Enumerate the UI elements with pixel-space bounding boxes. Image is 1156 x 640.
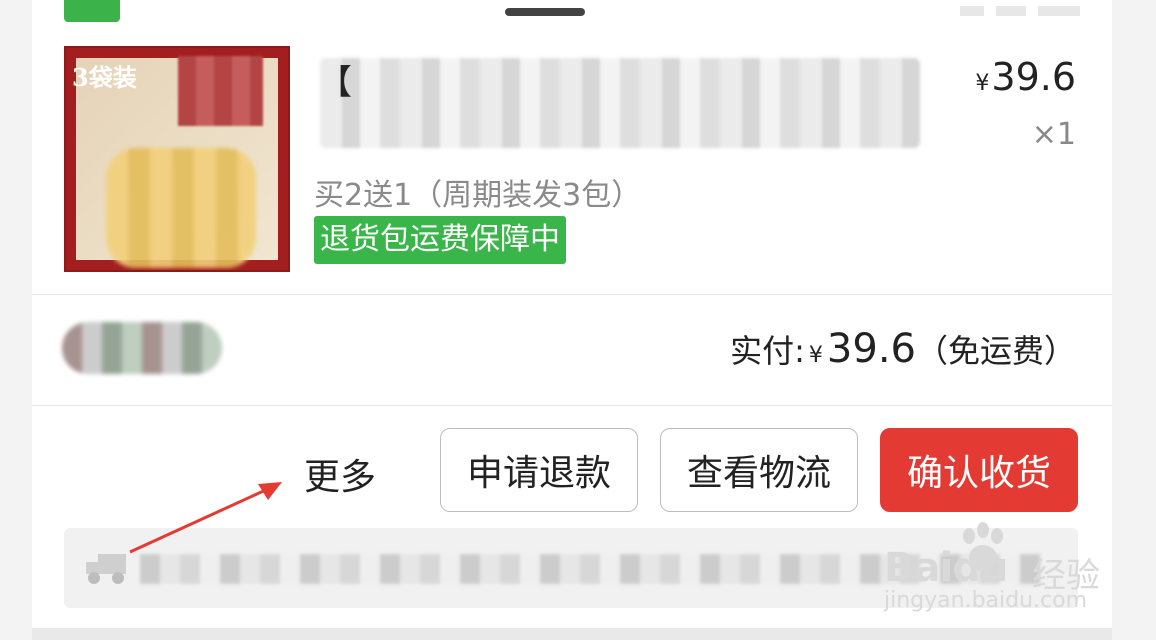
product-price: ¥39.6 (975, 55, 1076, 99)
redacted-top-right (960, 6, 1080, 16)
redacted-shop-info (62, 322, 222, 374)
apply-refund-button[interactable]: 申请退款 (440, 428, 638, 512)
payment-summary: 实付: ¥39.6（免运费） (730, 326, 1076, 372)
product-quantity: ×1 (1031, 117, 1076, 152)
price-currency: ¥ (975, 71, 990, 96)
product-thumbnail[interactable]: 3袋装 (64, 46, 290, 272)
payment-currency: ¥ (808, 343, 823, 368)
redacted-top-text (505, 8, 585, 16)
annotation-arrow (129, 482, 282, 554)
bottom-divider (32, 628, 1112, 640)
payment-label: 实付: (730, 332, 805, 370)
product-image-blur (106, 148, 256, 268)
divider (32, 405, 1112, 406)
view-logistics-button[interactable]: 查看物流 (660, 428, 858, 512)
price-value: 39.6 (991, 55, 1076, 99)
shipping-note: （免运费） (915, 332, 1076, 370)
image-badge: 3袋装 (72, 63, 137, 92)
divider (32, 294, 1112, 295)
watermark-brand: Baidu (884, 545, 1008, 591)
more-button[interactable]: 更多 (304, 448, 376, 500)
status-strip (64, 0, 120, 22)
product-variant: 买2送1（周期装发3包） (314, 178, 642, 213)
redacted-product-title[interactable] (320, 58, 920, 148)
watermark-url: jingyan.baidu.com (884, 588, 1088, 613)
guarantee-tag: 退货包运费保障中 (314, 216, 566, 264)
redacted-logo (178, 56, 263, 126)
payment-amount: 39.6 (826, 326, 916, 372)
confirm-receipt-button[interactable]: 确认收货 (880, 428, 1078, 512)
product-title-start: 【 (318, 63, 352, 103)
